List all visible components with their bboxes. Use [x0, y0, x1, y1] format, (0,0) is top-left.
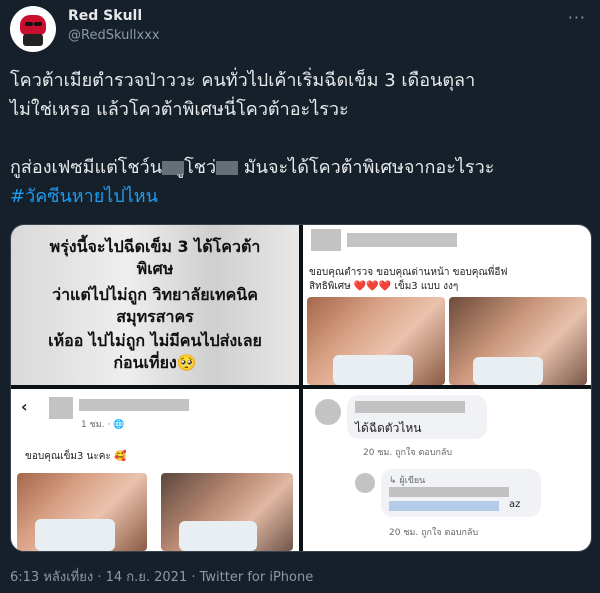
blurred-name [389, 487, 509, 497]
face-mask [179, 521, 257, 551]
tweet-media-grid[interactable]: พรุ่งนี้จะไปฉีดเข็ม 3 ได้โควต้า พิเศษ ว่… [10, 224, 592, 552]
censor-block [216, 161, 239, 175]
tweet-line-3-part-b: ูโชว่ [184, 157, 217, 178]
blurred-name [347, 233, 457, 247]
blurred-avatar [355, 473, 375, 493]
post-time: 1 ชม. · 🌐 [81, 420, 125, 430]
blurred-link [389, 501, 499, 511]
media-panel-comments[interactable]: ได้ฉีดตัวไหน 20 ชม. ถูกใจ ตอบกลับ ↳ ผู้เ… [303, 389, 591, 551]
user-name[interactable]: Red Skull [68, 8, 142, 24]
tweet-text: โควต้าเมียตำรวจป่าววะ คนทั่วไปเค้าเริ่มฉ… [10, 66, 590, 211]
tweet-line-3-part-c: มันจะได้โควต้าพิเศษจากอะไรวะ [243, 157, 495, 178]
tweet-line-2: ไม่ใช่เหรอ แล้วโควต้าพิเศษนี่โควต้าอะไรว… [10, 99, 349, 120]
tweet-line-1: โควต้าเมียตำรวจป่าววะ คนทั่วไปเค้าเริ่มฉ… [10, 70, 476, 91]
media-panel-text-post[interactable]: พรุ่งนี้จะไปฉีดเข็ม 3 ได้โควต้า พิเศษ ว่… [11, 225, 299, 385]
tweet-footer-meta[interactable]: 6:13 หลังเที่ยง · 14 ก.ย. 2021 · Twitter… [10, 566, 313, 587]
censor-block [162, 161, 185, 175]
face-mask [473, 357, 543, 385]
blurred-avatar [311, 229, 341, 251]
media-panel-post[interactable]: ‹ 1 ชม. · 🌐 ขอบคุณเข็ม3 นะคะ 🥰 [11, 389, 299, 551]
panel2-caption-2: สิทธิพิเศษ ❤️❤️❤️ เข็ม3 แบบ งงๆ [309, 281, 459, 292]
face-mask [35, 519, 115, 551]
hashtag-link[interactable]: #วัคซีนหายไปไหน [10, 186, 158, 207]
panel1-line-2: พิเศษ [136, 259, 174, 278]
more-options-icon[interactable]: ··· [568, 8, 586, 27]
media-panel-photo-post[interactable]: ขอบคุณตำรวจ ขอบคุณด่านหน้า ขอบคุณพี่อีฟ … [303, 225, 591, 385]
panel3-caption: ขอบคุณเข็ม3 นะคะ 🥰 [25, 451, 127, 462]
panel1-line-4: สมุทรสาคร [116, 307, 194, 326]
red-skull-avatar-icon [20, 15, 46, 35]
avatar-eye-right [34, 22, 42, 26]
reply-bubble: ↳ ผู้เขียน az [381, 469, 541, 517]
panel1-line-6: ก่อนเที่ยง🥺 [113, 353, 197, 372]
user-handle[interactable]: @RedSkullxxx [68, 28, 160, 43]
tweet-line-3: กูส่องเฟซมีแต่โชว์นูโชว่ มันจะได้โควต้าพ… [10, 153, 590, 182]
blurred-name [355, 401, 465, 413]
avatar-body [23, 34, 43, 46]
reply-meta: 20 ชม. ถูกใจ ตอบกลับ [389, 528, 479, 538]
reply-text: az [509, 499, 521, 510]
comment-bubble: ได้ฉีดตัวไหน [347, 395, 487, 439]
tweet-line-3-part-a: กูส่องเฟซมีแต่โชว์น [10, 157, 163, 178]
panel2-caption-1: ขอบคุณตำรวจ ขอบคุณด่านหน้า ขอบคุณพี่อีฟ [309, 267, 508, 278]
reply-author-label: ↳ ผู้เขียน [389, 476, 426, 486]
face-mask [333, 355, 413, 385]
avatar-eye-left [25, 22, 33, 26]
back-arrow-icon[interactable]: ‹ [21, 397, 28, 416]
comment-text: ได้ฉีดตัวไหน [355, 421, 422, 435]
blurred-avatar [315, 399, 341, 425]
blurred-avatar [49, 397, 73, 419]
comment-meta: 20 ชม. ถูกใจ ตอบกลับ [363, 448, 453, 458]
blurred-name [79, 399, 189, 411]
avatar[interactable] [10, 6, 56, 52]
tweet-header: Red Skull @RedSkullxxx ··· [10, 6, 590, 52]
